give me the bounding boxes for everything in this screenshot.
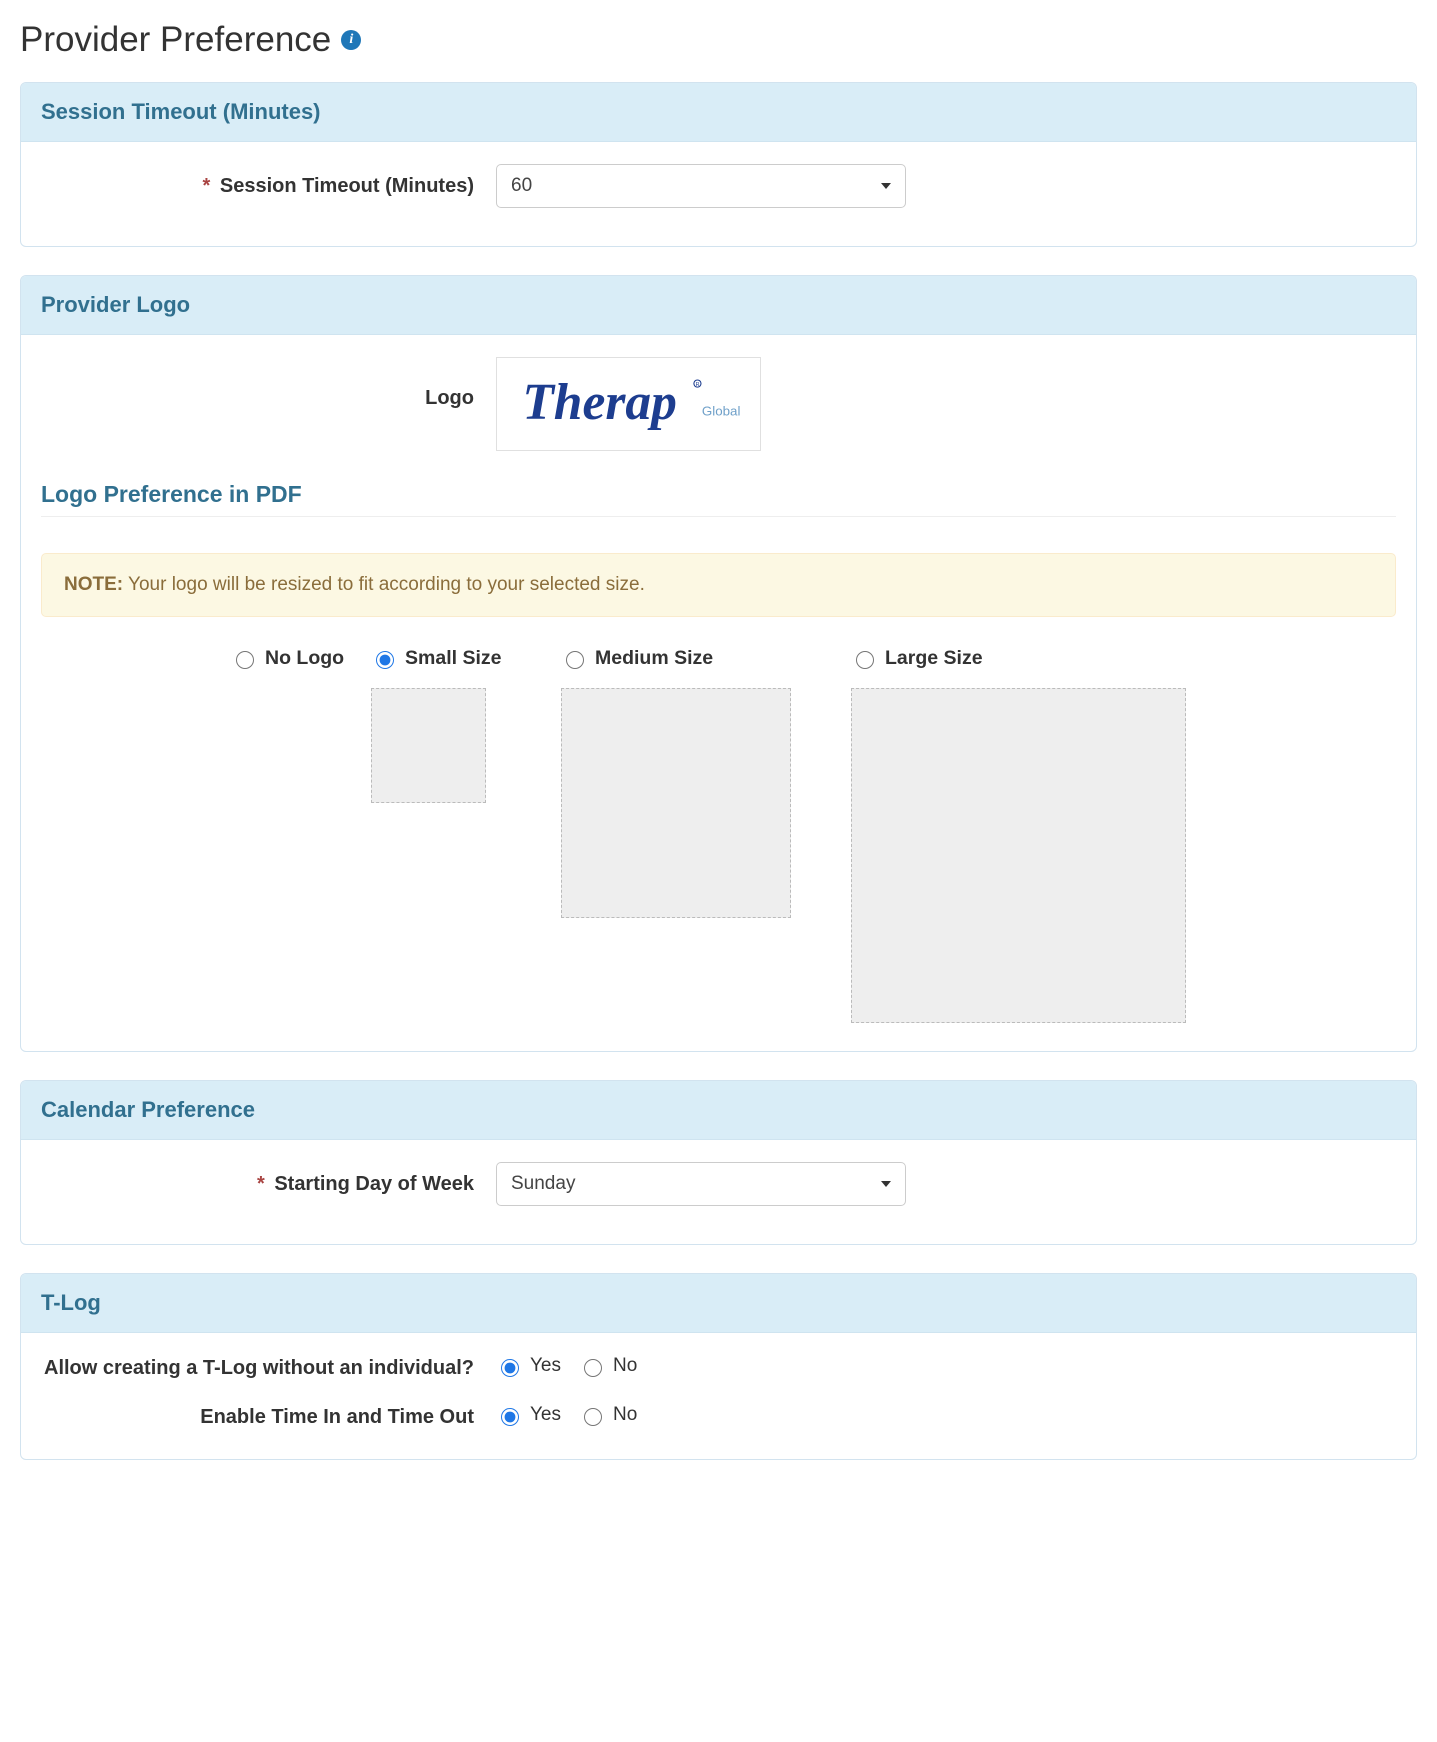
panel-header-calendar: Calendar Preference — [21, 1081, 1416, 1140]
label-q1-yes: Yes — [530, 1355, 561, 1377]
label-q2-yes: Yes — [530, 1404, 561, 1426]
label-logo: Logo — [41, 357, 496, 410]
label-no-logo: No Logo — [265, 647, 344, 670]
row-tlog-q1: Allow creating a T-Log without an indivi… — [41, 1355, 1396, 1382]
label-large: Large Size — [885, 647, 983, 670]
required-mark: * — [203, 175, 211, 197]
dropdown-session-timeout[interactable]: 60 — [496, 164, 906, 208]
radio-q2-no[interactable] — [584, 1408, 602, 1426]
logo-size-options: No Logo Small Size Medium Size — [41, 647, 1396, 1023]
dropdown-start-day[interactable]: Sunday — [496, 1162, 906, 1206]
logo-sub-text: Global — [701, 404, 740, 419]
control-session-timeout: 60 — [496, 164, 1396, 208]
label-text-session-timeout: Session Timeout (Minutes) — [220, 175, 474, 197]
preview-large — [851, 688, 1186, 1023]
option-no-logo[interactable]: No Logo — [231, 647, 344, 670]
option-medium[interactable]: Medium Size — [561, 647, 713, 670]
row-logo: Logo Therap R Global — [41, 357, 1396, 451]
label-tlog-q2: Enable Time In and Time Out — [41, 1404, 496, 1431]
therap-logo-svg: Therap R Global — [509, 364, 749, 444]
panel-body-tlog: Allow creating a T-Log without an indivi… — [21, 1333, 1416, 1459]
label-medium: Medium Size — [595, 647, 713, 670]
row-tlog-q2: Enable Time In and Time Out Yes No — [41, 1404, 1396, 1431]
radio-group-q2: Yes No — [496, 1404, 1396, 1426]
page-title-row: Provider Preference i — [20, 20, 1417, 60]
note-label: NOTE: — [64, 574, 123, 595]
note-text: Your logo will be resized to fit accordi… — [128, 574, 645, 595]
dropdown-value-start-day: Sunday — [511, 1173, 575, 1195]
option-q2-yes[interactable]: Yes — [496, 1404, 561, 1426]
radio-q1-no[interactable] — [584, 1359, 602, 1377]
control-start-day: Sunday — [496, 1162, 1396, 1206]
row-start-day: * Starting Day of Week Sunday — [41, 1162, 1396, 1206]
page-title: Provider Preference — [20, 20, 331, 60]
radio-q1-yes[interactable] — [501, 1359, 519, 1377]
subheading-logo-pref: Logo Preference in PDF — [41, 481, 1396, 508]
caret-down-icon — [881, 1181, 891, 1187]
row-session-timeout: * Session Timeout (Minutes) 60 — [41, 164, 1396, 208]
info-icon[interactable]: i — [341, 30, 361, 50]
panel-provider-logo: Provider Logo Logo Therap R Global Logo … — [20, 275, 1417, 1052]
radio-no-logo[interactable] — [236, 651, 254, 669]
label-q2-no: No — [613, 1404, 637, 1426]
option-q2-no[interactable]: No — [579, 1404, 637, 1426]
option-large[interactable]: Large Size — [851, 647, 983, 670]
panel-session-timeout: Session Timeout (Minutes) * Session Time… — [20, 82, 1417, 247]
preview-medium — [561, 688, 791, 918]
option-q1-no[interactable]: No — [579, 1355, 637, 1377]
logo-brand-text: Therap — [522, 374, 677, 431]
label-start-day: * Starting Day of Week — [41, 1173, 496, 1196]
panel-tlog: T-Log Allow creating a T-Log without an … — [20, 1273, 1417, 1460]
panel-body-provider-logo: Logo Therap R Global Logo Preference in … — [21, 335, 1416, 1051]
label-small: Small Size — [405, 647, 501, 670]
note-box: NOTE: Your logo will be resized to fit a… — [41, 553, 1396, 617]
control-logo: Therap R Global — [496, 357, 1396, 451]
dropdown-value-session-timeout: 60 — [511, 175, 532, 197]
preview-small — [371, 688, 486, 803]
label-tlog-q1: Allow creating a T-Log without an indivi… — [41, 1355, 496, 1382]
panel-body-session-timeout: * Session Timeout (Minutes) 60 — [21, 142, 1416, 246]
option-q1-yes[interactable]: Yes — [496, 1355, 561, 1377]
control-tlog-q2: Yes No — [496, 1404, 1396, 1426]
required-mark: * — [257, 1173, 265, 1195]
option-small[interactable]: Small Size — [371, 647, 501, 670]
radio-group-q1: Yes No — [496, 1355, 1396, 1377]
svg-text:R: R — [695, 382, 699, 388]
radio-medium[interactable] — [566, 651, 584, 669]
control-tlog-q1: Yes No — [496, 1355, 1396, 1377]
radio-large[interactable] — [856, 651, 874, 669]
divider — [41, 516, 1396, 517]
label-text-start-day: Starting Day of Week — [274, 1173, 474, 1195]
radio-q2-yes[interactable] — [501, 1408, 519, 1426]
caret-down-icon — [881, 183, 891, 189]
panel-header-provider-logo: Provider Logo — [21, 276, 1416, 335]
label-q1-no: No — [613, 1355, 637, 1377]
option-no-logo-col: No Logo — [231, 647, 371, 688]
panel-calendar: Calendar Preference * Starting Day of We… — [20, 1080, 1417, 1245]
panel-body-calendar: * Starting Day of Week Sunday — [21, 1140, 1416, 1244]
option-medium-col: Medium Size — [561, 647, 851, 918]
radio-small[interactable] — [376, 651, 394, 669]
option-small-col: Small Size — [371, 647, 561, 803]
label-session-timeout: * Session Timeout (Minutes) — [41, 175, 496, 198]
panel-header-session-timeout: Session Timeout (Minutes) — [21, 83, 1416, 142]
option-large-col: Large Size — [851, 647, 1201, 1023]
logo-image: Therap R Global — [496, 357, 761, 451]
panel-header-tlog: T-Log — [21, 1274, 1416, 1333]
